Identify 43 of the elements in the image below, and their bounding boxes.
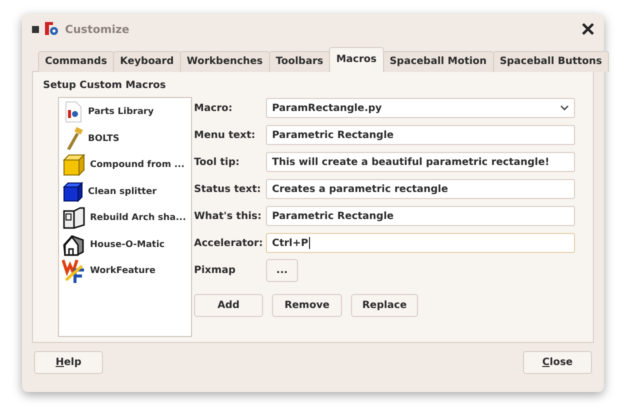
action-button[interactable]: Add: [194, 294, 263, 317]
field-label: Status text:: [194, 184, 262, 194]
tab[interactable]: Spaceball Buttons: [492, 51, 609, 72]
field-label: What's this:: [194, 210, 262, 222]
list-item[interactable]: House-O-Matic: [59, 232, 191, 258]
list-item[interactable]: Rebuild Arch sha...: [59, 205, 191, 232]
wall-icon: [62, 206, 86, 230]
input-field[interactable]: Parametric Rectangle: [266, 206, 575, 226]
field-label: Menu text:: [194, 130, 256, 140]
house-icon: [62, 232, 86, 257]
tab[interactable]: Spaceball Motion: [382, 51, 494, 72]
list-item[interactable]: Parts Library: [59, 99, 191, 126]
field-label: Pixmap: [194, 264, 237, 276]
list-item[interactable]: BOLTS: [59, 126, 191, 152]
cube-icon: [62, 180, 84, 203]
input-field[interactable]: Ctrl+P: [266, 233, 575, 253]
field-label: Tool tip:: [194, 156, 241, 168]
window-menu-icon[interactable]: [32, 26, 39, 32]
group-title: Setup Custom Macros: [43, 80, 167, 91]
list-item[interactable]: Clean splitter: [59, 178, 191, 205]
letters-logo-icon: [62, 258, 86, 284]
close-icon[interactable]: [582, 23, 594, 35]
field-label: Accelerator:: [194, 238, 264, 248]
action-button[interactable]: Remove: [272, 294, 342, 317]
chevron-icon: [560, 105, 569, 111]
input-field[interactable]: This will create a beautiful parametric rectangle!: [266, 152, 575, 172]
cube-icon: [62, 153, 86, 178]
close-button[interactable]: Close: [523, 351, 592, 374]
input-field[interactable]: Parametric Rectangle: [266, 125, 575, 145]
tab[interactable]: Macros: [329, 47, 384, 72]
tab[interactable]: Workbenches: [180, 51, 270, 72]
list-item[interactable]: WorkFeature: [59, 258, 191, 284]
field-label: Macro:: [194, 102, 234, 114]
browse-button[interactable]: ...: [266, 258, 298, 282]
dropdown[interactable]: ParamRectangle.py: [266, 98, 575, 118]
tab[interactable]: Toolbars: [268, 51, 330, 72]
window-title: Customize: [65, 22, 130, 36]
input-field[interactable]: Creates a parametric rectangle: [266, 179, 575, 199]
action-button[interactable]: Replace: [351, 294, 418, 317]
tab[interactable]: Keyboard: [113, 51, 181, 72]
help-button[interactable]: Help: [34, 351, 103, 374]
tab[interactable]: Commands: [38, 51, 114, 72]
list-item[interactable]: Compound from ...: [59, 152, 191, 178]
